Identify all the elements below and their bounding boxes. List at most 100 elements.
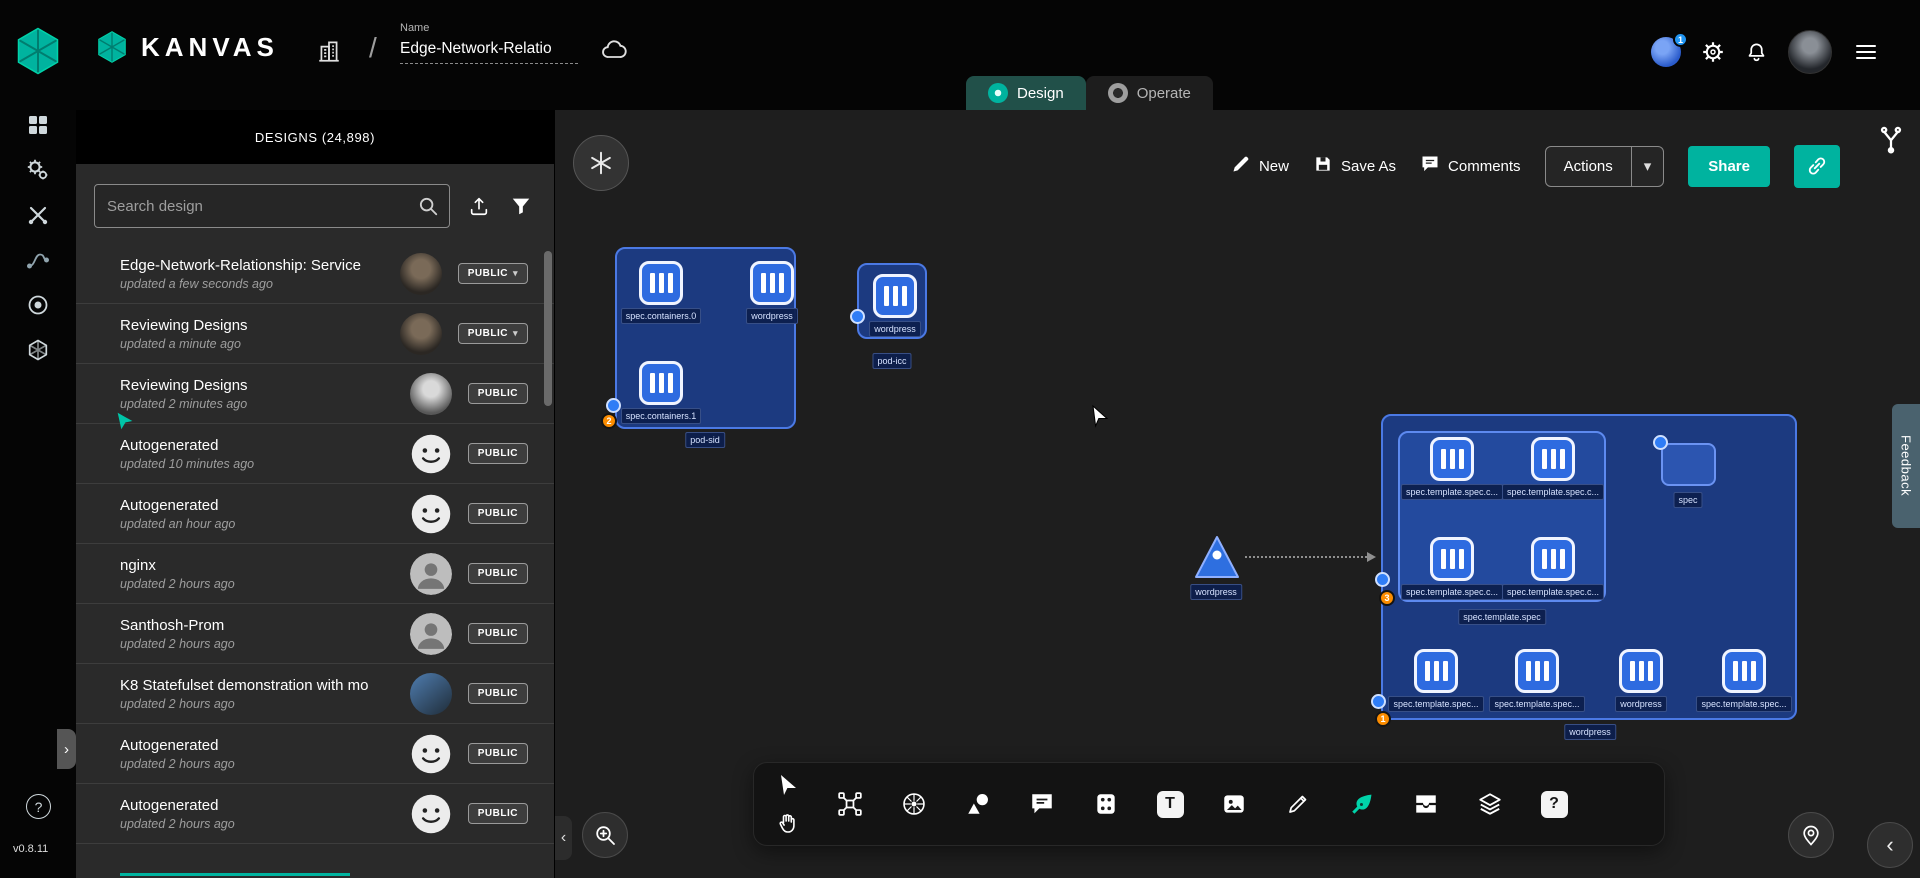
container-node[interactable]: spec.template.spec... xyxy=(1721,649,1767,712)
hierarchy-icon[interactable] xyxy=(1876,124,1906,159)
help-tool-icon[interactable]: ? xyxy=(1536,786,1572,822)
shapes-tool-icon[interactable] xyxy=(960,786,996,822)
error-count-badge[interactable]: 2 xyxy=(601,413,617,429)
design-list-item[interactable]: Reviewing Designsupdated a minute agoPUB… xyxy=(76,304,554,364)
design-list-item[interactable]: Reviewing Designsupdated 2 minutes agoPU… xyxy=(76,364,554,424)
visibility-badge[interactable]: PUBLIC xyxy=(468,503,528,524)
k8s-context-icon[interactable]: 1 xyxy=(1651,37,1681,67)
tab-design[interactable]: Design xyxy=(966,76,1086,110)
kubernetes-tool-icon[interactable] xyxy=(896,786,932,822)
relationship-tool-icon[interactable] xyxy=(832,786,868,822)
media-tool-icon[interactable] xyxy=(1216,786,1252,822)
deployment-node[interactable]: spec spec.template.spec spec.template.sp… xyxy=(1381,414,1797,720)
select-tool-icon[interactable] xyxy=(770,767,806,803)
visibility-badge[interactable]: PUBLIC xyxy=(468,443,528,464)
container-node[interactable]: wordpress xyxy=(749,261,795,324)
owner-mini-icon xyxy=(850,309,865,324)
container-icon xyxy=(1531,537,1575,581)
notifications-bell-icon[interactable] xyxy=(1745,41,1768,64)
design-canvas[interactable]: New Save As Comments Actions ▾ Share Fee… xyxy=(555,110,1920,878)
design-name: Autogenerated xyxy=(120,497,394,514)
kanvas-icon[interactable] xyxy=(25,337,51,363)
design-list-item[interactable]: Autogeneratedupdated 2 hours agoPUBLIC xyxy=(76,784,554,844)
configuration-icon[interactable] xyxy=(25,202,51,228)
layers-tool-icon[interactable] xyxy=(1472,786,1508,822)
design-name-input[interactable] xyxy=(400,38,578,64)
save-as-label: Save As xyxy=(1341,158,1396,175)
filter-icon[interactable] xyxy=(508,195,534,217)
performance-icon[interactable] xyxy=(25,247,51,273)
settings-gear-icon[interactable] xyxy=(1701,40,1725,64)
extensions-icon[interactable] xyxy=(25,292,51,318)
design-search-input[interactable] xyxy=(95,198,449,215)
search-icon[interactable] xyxy=(417,195,439,222)
container-node[interactable]: spec.template.spec... xyxy=(1413,649,1459,712)
new-button[interactable]: New xyxy=(1231,154,1289,178)
design-name: Santhosh-Prom xyxy=(120,617,394,634)
recenter-button[interactable] xyxy=(1788,812,1834,858)
container-node[interactable]: spec.template.spec... xyxy=(1514,649,1560,712)
caret-down-icon[interactable]: ▾ xyxy=(1632,147,1664,186)
visibility-badge[interactable]: PUBLIC xyxy=(468,743,528,764)
design-list-item[interactable]: Autogeneratedupdated 2 hours agoPUBLIC xyxy=(76,724,554,784)
visibility-badge[interactable]: PUBLIC xyxy=(468,623,528,644)
user-avatar[interactable] xyxy=(1788,30,1832,74)
shapes-fab[interactable] xyxy=(573,135,629,191)
dashboard-icon[interactable] xyxy=(25,112,51,138)
service-node[interactable] xyxy=(1193,534,1241,580)
comments-button[interactable]: Comments xyxy=(1420,154,1521,178)
container-node[interactable]: spec.template.spec.c... xyxy=(1530,437,1576,500)
brand[interactable]: KANVAS xyxy=(95,30,279,64)
sidebar-expand-button[interactable]: › xyxy=(57,729,76,769)
container-node[interactable]: spec.template.spec.c... xyxy=(1530,537,1576,600)
visibility-badge[interactable]: PUBLIC▾ xyxy=(458,263,528,284)
pointer-tool-group xyxy=(770,767,806,841)
container-node[interactable]: spec.template.spec.c... xyxy=(1429,437,1475,500)
kanvas-logo-icon[interactable] xyxy=(13,26,63,76)
design-list-item[interactable]: Edge-Network-Relationship: Serviceupdate… xyxy=(76,244,554,304)
visibility-badge[interactable]: PUBLIC xyxy=(468,803,528,824)
collapse-right-button[interactable]: ‹ xyxy=(1867,822,1913,868)
design-list-item[interactable]: K8 Statefulset demonstration with moupda… xyxy=(76,664,554,724)
organization-icon[interactable] xyxy=(316,38,342,69)
pan-tool-icon[interactable] xyxy=(770,805,806,841)
dice-tool-icon[interactable] xyxy=(1088,786,1124,822)
visibility-badge[interactable]: PUBLIC▾ xyxy=(458,323,528,344)
help-button[interactable]: ? xyxy=(26,794,51,819)
comment-tool-icon[interactable] xyxy=(1024,786,1060,822)
design-list-item[interactable]: Santhosh-Promupdated 2 hours agoPUBLIC xyxy=(76,604,554,664)
lifecycle-icon[interactable] xyxy=(25,157,51,183)
collapse-left-chevron[interactable]: ‹ xyxy=(555,816,572,860)
pod-node-sid[interactable]: spec.containers.0 wordpress spec.container… xyxy=(615,247,796,429)
container-node[interactable]: spec.containers.1 xyxy=(638,361,684,424)
container-node[interactable]: wordpress xyxy=(1618,649,1664,712)
design-list-item[interactable]: Autogeneratedupdated 10 minutes agoPUBLI… xyxy=(76,424,554,484)
design-list-item[interactable]: nginxupdated 2 hours agoPUBLIC xyxy=(76,544,554,604)
container-node[interactable]: spec.containers.0 xyxy=(638,261,684,324)
actions-dropdown[interactable]: Actions ▾ xyxy=(1545,146,1665,187)
container-node[interactable]: spec.template.spec.c... xyxy=(1429,537,1475,600)
save-as-button[interactable]: Save As xyxy=(1313,154,1396,178)
panel-scrollbar[interactable] xyxy=(544,251,552,406)
pod-node-icc[interactable]: wordpress xyxy=(857,263,927,339)
drawer-tool-icon[interactable] xyxy=(1408,786,1444,822)
text-tool-icon[interactable]: T xyxy=(1152,786,1188,822)
zoom-button[interactable] xyxy=(582,812,628,858)
design-list-item[interactable]: Autogeneratedupdated an hour agoPUBLIC xyxy=(76,484,554,544)
error-count-badge[interactable]: 3 xyxy=(1379,590,1395,606)
feedback-tab[interactable]: Feedback xyxy=(1892,404,1920,528)
error-count-badge[interactable]: 1 xyxy=(1375,711,1391,727)
copy-link-button[interactable] xyxy=(1794,145,1840,188)
design-name: Autogenerated xyxy=(120,797,394,814)
spec-node[interactable] xyxy=(1661,443,1716,486)
container-node[interactable]: wordpress xyxy=(872,274,918,337)
menu-hamburger-icon[interactable] xyxy=(1852,41,1880,63)
share-button[interactable]: Share xyxy=(1688,146,1770,187)
visibility-badge[interactable]: PUBLIC xyxy=(468,383,528,404)
pen-tool-icon[interactable] xyxy=(1280,786,1316,822)
import-design-icon[interactable] xyxy=(466,195,492,217)
tab-operate[interactable]: Operate xyxy=(1086,76,1213,110)
visibility-badge[interactable]: PUBLIC xyxy=(468,563,528,584)
visibility-badge[interactable]: PUBLIC xyxy=(468,683,528,704)
draw-tool-icon[interactable] xyxy=(1344,786,1380,822)
